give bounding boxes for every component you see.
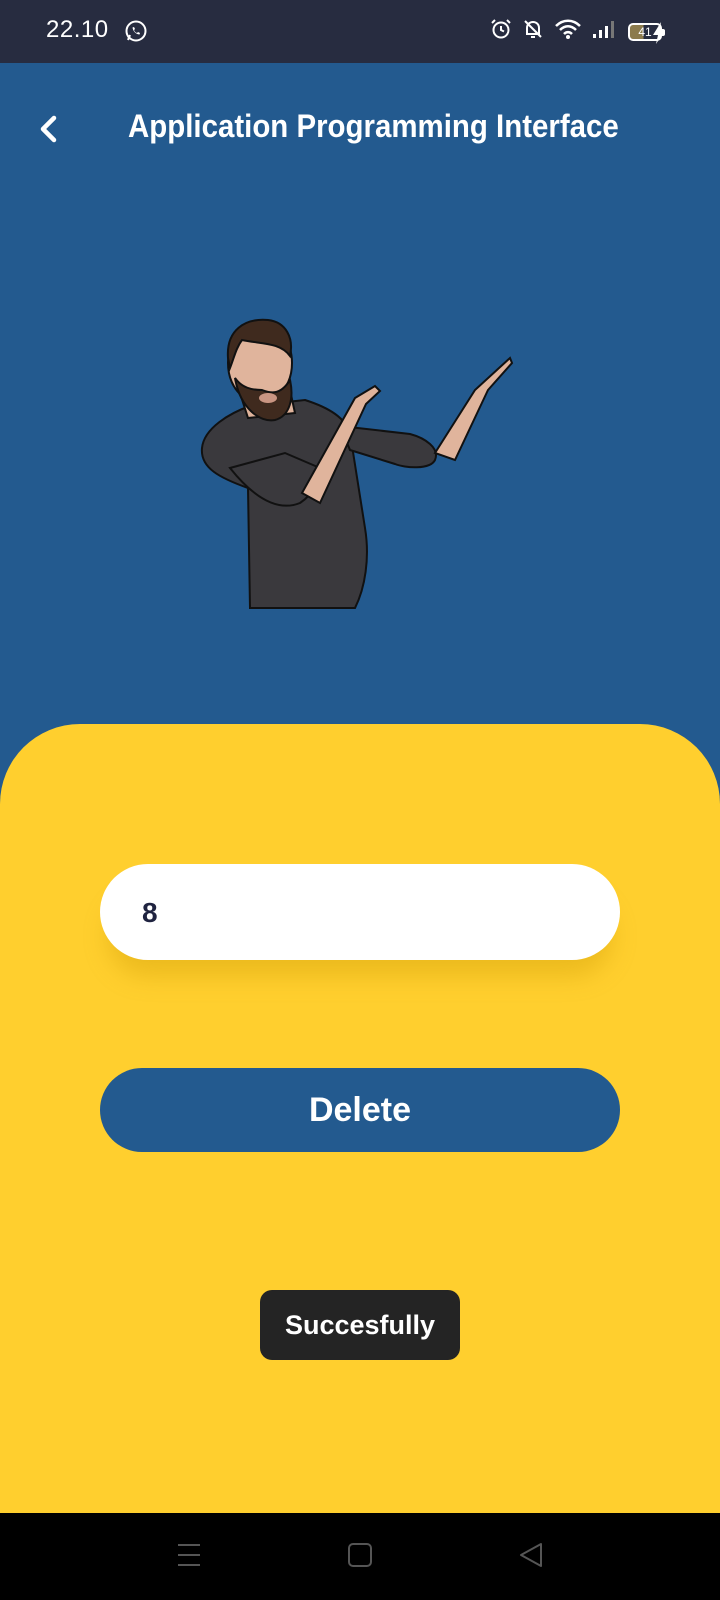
whatsapp-icon [124, 19, 148, 48]
charging-icon [652, 22, 666, 49]
status-icons: 41 [490, 18, 665, 45]
chevron-left-icon [40, 115, 57, 143]
form-panel: Delete Succesfully [0, 724, 720, 1513]
alarm-icon [490, 18, 512, 45]
back-button[interactable] [34, 113, 66, 145]
status-time: 22.10 [46, 16, 109, 43]
app-header: Application Programming Interface [0, 63, 720, 203]
home-square-icon[interactable] [347, 1541, 373, 1574]
toast-message: Succesfully [260, 1290, 460, 1360]
back-triangle-icon[interactable] [518, 1541, 544, 1574]
delete-button[interactable]: Delete [100, 1068, 620, 1152]
system-nav-bar [0, 1513, 720, 1600]
id-input-container [100, 864, 620, 962]
wifi-icon [554, 18, 582, 45]
signal-icon [592, 19, 618, 44]
bell-off-icon [522, 18, 544, 45]
status-bar: 22.10 41 [0, 0, 720, 63]
page-title: Application Programming Interface [128, 108, 619, 144]
id-input[interactable] [140, 864, 584, 962]
man-pointing-illustration [190, 318, 520, 613]
menu-icon[interactable] [176, 1541, 202, 1574]
